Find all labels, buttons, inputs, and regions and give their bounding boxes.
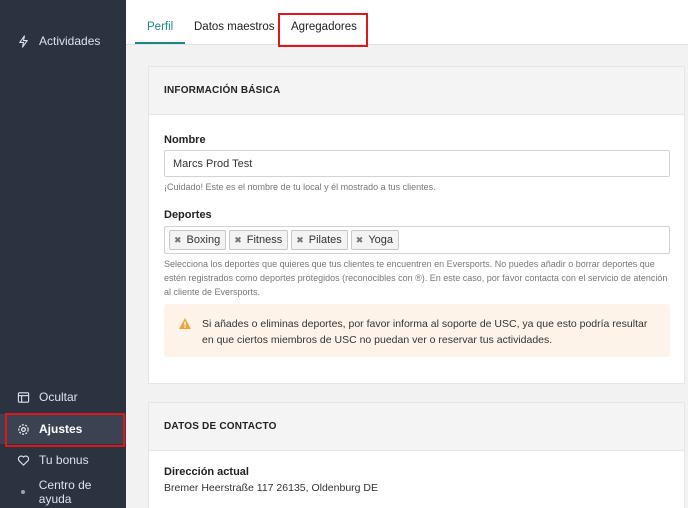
address-value: Bremer Heerstraße 117 26135, Oldenburg D…	[164, 482, 378, 494]
sidebar-item-bonus[interactable]: Tu bonus	[0, 445, 126, 475]
sidebar-item-actividades[interactable]: Actividades	[0, 26, 126, 56]
dot-icon	[16, 485, 30, 499]
contact-card: DATOS DE CONTACTO Dirección actual Breme…	[148, 402, 685, 508]
tab-bar: Perfil Datos maestros Agregadores	[126, 0, 688, 45]
remove-icon[interactable]: ✖	[234, 235, 242, 246]
tag-label: Pilates	[308, 234, 342, 246]
remove-icon[interactable]: ✖	[296, 235, 304, 246]
section-header: DATOS DE CONTACTO	[149, 403, 684, 451]
remove-icon[interactable]: ✖	[356, 235, 364, 246]
sports-hint: Selecciona los deportes que quieres que …	[164, 259, 668, 297]
tag-label: Fitness	[246, 234, 283, 246]
heart-icon	[16, 453, 30, 467]
remove-icon[interactable]: ✖	[174, 235, 182, 246]
sidebar-item-label: Ocultar	[39, 390, 78, 404]
tag-fitness[interactable]: ✖ Fitness	[229, 230, 289, 250]
tag-pilates[interactable]: ✖ Pilates	[291, 230, 348, 250]
highlight-box-agregadores	[278, 13, 368, 47]
basic-info-card: INFORMACIÓN BÁSICA Nombre Marcs Prod Tes…	[148, 66, 685, 384]
warning-text: Si añades o eliminas deportes, por favor…	[202, 318, 648, 346]
name-hint: ¡Cuidado! Este es el nombre de tu local …	[164, 182, 436, 192]
sports-tag-input[interactable]: ✖ Boxing ✖ Fitness ✖ Pilates ✖ Yoga	[164, 226, 670, 254]
warning-box: Si añades o eliminas deportes, por favor…	[164, 304, 670, 357]
sidebar-item-label: Tu bonus	[39, 453, 89, 467]
name-value: Marcs Prod Test	[173, 157, 253, 170]
tag-yoga[interactable]: ✖ Yoga	[350, 230, 400, 250]
tab-datos-maestros[interactable]: Datos maestros	[194, 12, 275, 44]
tab-label: Perfil	[147, 21, 174, 33]
sidebar-item-label: Actividades	[39, 34, 101, 48]
highlight-box-ajustes	[5, 413, 125, 447]
tag-label: Yoga	[368, 234, 394, 246]
tab-perfil[interactable]: Perfil	[135, 12, 186, 44]
name-label: Nombre	[164, 134, 206, 146]
sidebar-item-ayuda[interactable]: Centro de ayuda	[0, 477, 126, 507]
panel-icon	[16, 390, 30, 404]
tag-label: Boxing	[186, 234, 221, 246]
bolt-icon	[16, 34, 30, 48]
section-header: INFORMACIÓN BÁSICA	[149, 67, 684, 115]
sidebar-item-ocultar[interactable]: Ocultar	[0, 382, 126, 412]
tag-boxing[interactable]: ✖ Boxing	[169, 230, 227, 250]
sports-label: Deportes	[164, 209, 212, 221]
address-label: Dirección actual	[164, 466, 249, 478]
tab-label: Datos maestros	[194, 21, 275, 33]
name-input[interactable]: Marcs Prod Test	[164, 150, 670, 177]
sidebar-item-label: Centro de ayuda	[38, 478, 92, 506]
warning-icon	[178, 316, 192, 335]
